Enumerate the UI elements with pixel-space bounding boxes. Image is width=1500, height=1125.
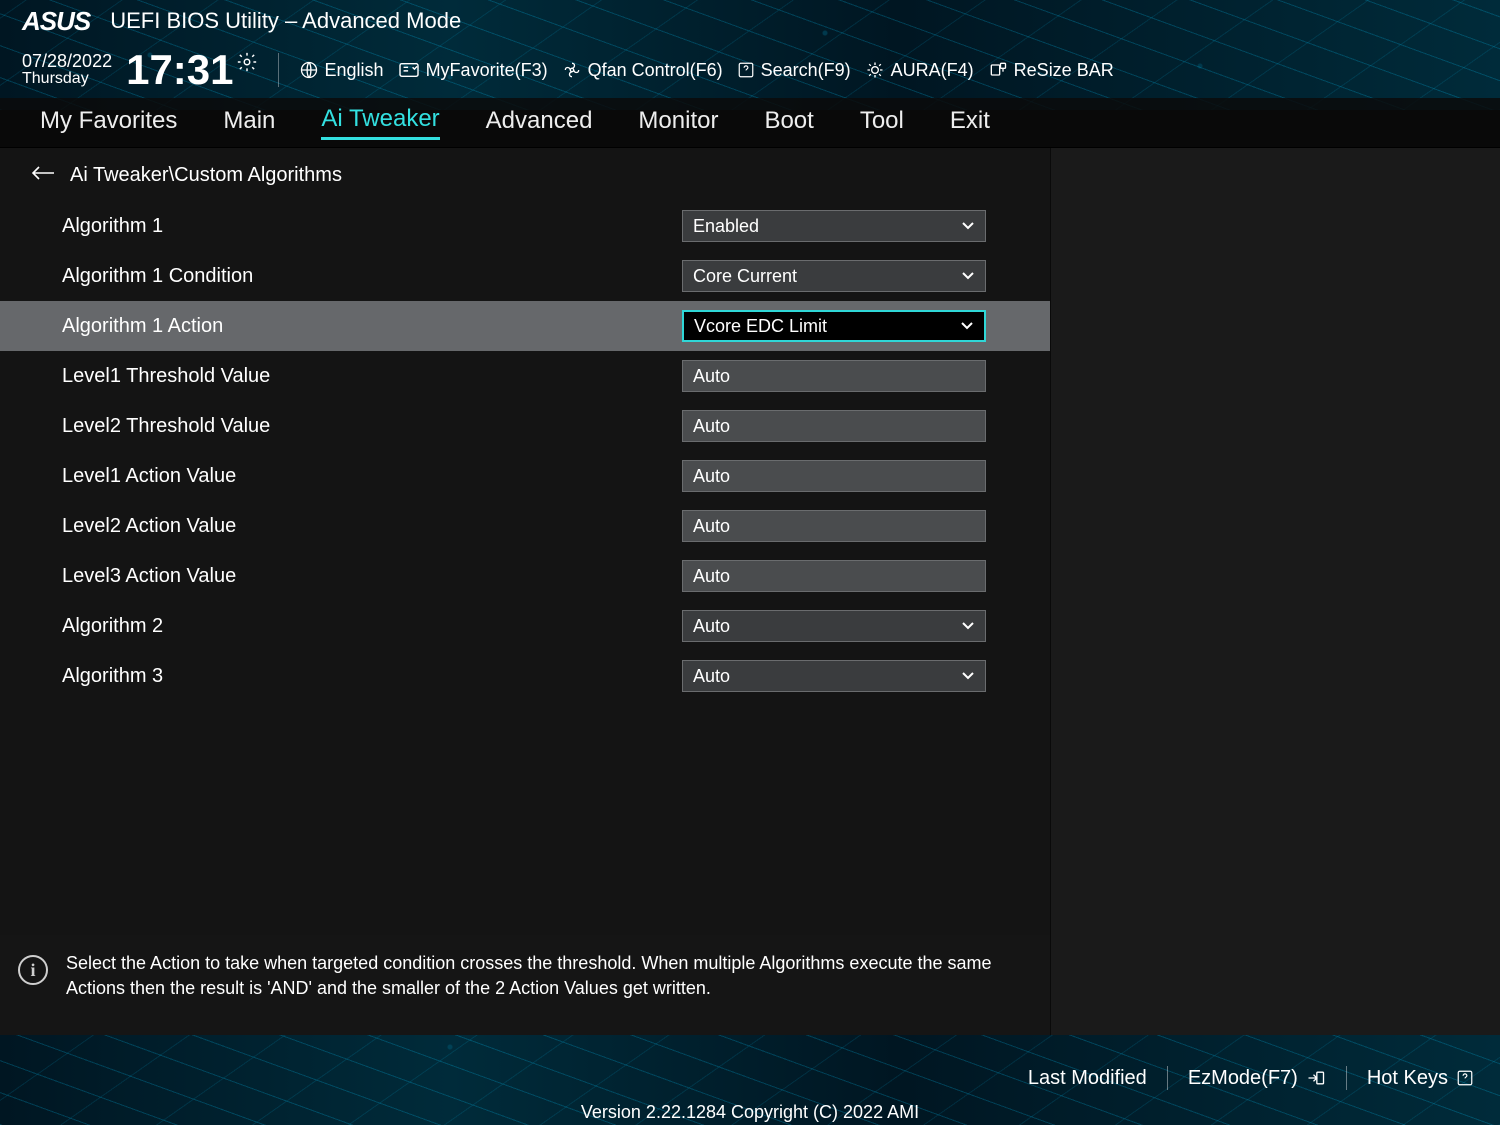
myfavorite-label: MyFavorite(F3)	[426, 60, 548, 81]
setting-row[interactable]: Algorithm 3 Auto	[0, 651, 1050, 701]
resizebar-label: ReSize BAR	[1014, 60, 1114, 81]
tab-boot[interactable]: Boot	[764, 107, 813, 139]
search-label: Search(F9)	[761, 60, 851, 81]
arrow-left-icon	[30, 164, 56, 182]
question-box-icon	[1456, 1069, 1474, 1087]
hotkeys-button[interactable]: Hot Keys	[1367, 1067, 1474, 1090]
date-text: 07/28/2022	[22, 52, 112, 71]
tab-monitor[interactable]: Monitor	[638, 107, 718, 139]
globe-icon	[299, 60, 319, 80]
setting-row[interactable]: Level3 Action Value Auto	[0, 551, 1050, 601]
setting-dropdown[interactable]: Enabled	[682, 210, 986, 242]
divider	[278, 53, 279, 87]
language-button[interactable]: English	[299, 60, 384, 81]
setting-dropdown[interactable]: Auto	[682, 660, 986, 692]
setting-value: Auto	[693, 666, 730, 687]
search-button[interactable]: Search(F9)	[737, 60, 851, 81]
setting-textfield[interactable]: Auto	[682, 460, 986, 492]
setting-value: Auto	[693, 416, 730, 437]
divider	[1346, 1066, 1347, 1090]
setting-label: Algorithm 3	[62, 665, 682, 688]
setting-label: Algorithm 1 Condition	[62, 265, 682, 288]
setting-row[interactable]: Algorithm 2 Auto	[0, 601, 1050, 651]
setting-textfield[interactable]: Auto	[682, 360, 986, 392]
setting-value: Vcore EDC Limit	[694, 316, 827, 337]
setting-value: Enabled	[693, 216, 759, 237]
breadcrumb: Ai Tweaker\Custom Algorithms	[70, 164, 342, 187]
resizebar-button[interactable]: ReSize BAR	[988, 60, 1114, 81]
chevron-down-icon	[961, 221, 975, 231]
back-button[interactable]	[30, 164, 56, 187]
chevron-down-icon	[961, 671, 975, 681]
setting-label: Level3 Action Value	[62, 565, 682, 588]
chevron-down-icon	[961, 621, 975, 631]
setting-value: Auto	[693, 366, 730, 387]
setting-row[interactable]: Level1 Threshold Value Auto	[0, 351, 1050, 401]
chevron-down-icon	[960, 321, 974, 331]
qfan-label: Qfan Control(F6)	[588, 60, 723, 81]
setting-textfield[interactable]: Auto	[682, 410, 986, 442]
aura-label: AURA(F4)	[891, 60, 974, 81]
favorite-icon	[398, 61, 420, 79]
setting-dropdown[interactable]: Auto	[682, 610, 986, 642]
date-block: 07/28/2022 Thursday	[22, 52, 112, 88]
ezmode-button[interactable]: EzMode(F7)	[1188, 1067, 1326, 1090]
setting-label: Algorithm 1 Action	[62, 315, 682, 338]
language-label: English	[325, 60, 384, 81]
setting-label: Level2 Threshold Value	[62, 415, 682, 438]
setting-row[interactable]: Algorithm 1 Enabled	[0, 201, 1050, 251]
question-box-icon	[737, 61, 755, 79]
hotkeys-label: Hot Keys	[1367, 1067, 1448, 1090]
setting-label: Algorithm 1	[62, 215, 682, 238]
setting-textfield[interactable]: Auto	[682, 560, 986, 592]
tab-advanced[interactable]: Advanced	[486, 107, 593, 139]
help-text: Select the Action to take when targeted …	[66, 951, 1032, 1001]
tab-main[interactable]: Main	[223, 107, 275, 139]
aura-button[interactable]: AURA(F4)	[865, 60, 974, 81]
ezmode-label: EzMode(F7)	[1188, 1067, 1298, 1090]
tab-tool[interactable]: Tool	[860, 107, 904, 139]
setting-dropdown[interactable]: Core Current	[682, 260, 986, 292]
resize-bar-icon	[988, 60, 1008, 80]
gear-icon[interactable]	[236, 51, 258, 78]
setting-row[interactable]: Level2 Action Value Auto	[0, 501, 1050, 551]
setting-row[interactable]: Algorithm 1 Condition Core Current	[0, 251, 1050, 301]
divider	[1167, 1066, 1168, 1090]
aura-icon	[865, 60, 885, 80]
setting-label: Level2 Action Value	[62, 515, 682, 538]
setting-textfield[interactable]: Auto	[682, 510, 986, 542]
tab-exit[interactable]: Exit	[950, 107, 990, 139]
setting-label: Level1 Threshold Value	[62, 365, 682, 388]
setting-label: Algorithm 2	[62, 615, 682, 638]
chevron-down-icon	[961, 271, 975, 281]
weekday-text: Thursday	[22, 71, 112, 88]
tab-my-favorites[interactable]: My Favorites	[40, 107, 177, 139]
info-icon: i	[18, 955, 48, 985]
setting-value: Auto	[693, 616, 730, 637]
app-title: UEFI BIOS Utility – Advanced Mode	[110, 8, 461, 34]
last-modified-button[interactable]: Last Modified	[1028, 1067, 1147, 1090]
fan-icon	[562, 60, 582, 80]
last-modified-label: Last Modified	[1028, 1067, 1147, 1090]
side-panel	[1050, 148, 1500, 1035]
tab-ai-tweaker[interactable]: Ai Tweaker	[321, 105, 439, 140]
setting-row[interactable]: Algorithm 1 Action Vcore EDC Limit	[0, 301, 1050, 351]
setting-label: Level1 Action Value	[62, 465, 682, 488]
setting-value: Auto	[693, 516, 730, 537]
qfan-button[interactable]: Qfan Control(F6)	[562, 60, 723, 81]
myfavorite-button[interactable]: MyFavorite(F3)	[398, 60, 548, 81]
time-block[interactable]: 17:31	[126, 49, 257, 91]
version-text: Version 2.22.1284 Copyright (C) 2022 AMI	[0, 1098, 1500, 1125]
exit-icon	[1306, 1069, 1326, 1087]
setting-row[interactable]: Level1 Action Value Auto	[0, 451, 1050, 501]
setting-value: Auto	[693, 566, 730, 587]
time-text: 17:31	[126, 49, 233, 91]
setting-value: Core Current	[693, 266, 797, 287]
brand-logo: ASUS	[22, 8, 90, 34]
nav-tabs: My Favorites Main Ai Tweaker Advanced Monito…	[0, 98, 1500, 148]
setting-row[interactable]: Level2 Threshold Value Auto	[0, 401, 1050, 451]
setting-dropdown[interactable]: Vcore EDC Limit	[682, 310, 986, 342]
setting-value: Auto	[693, 466, 730, 487]
